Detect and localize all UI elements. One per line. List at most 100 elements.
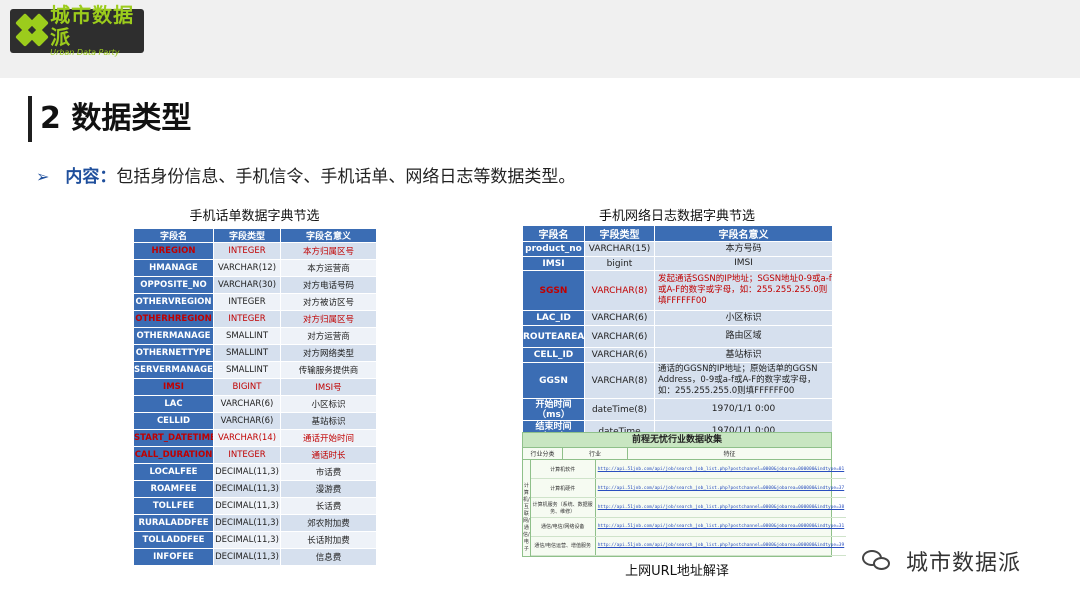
- logo-text-en: Urban Data Party: [50, 48, 120, 57]
- table-row: LOCALFEE DECIMAL(11,3) 市话费: [133, 463, 377, 481]
- table-row: CELLID VARCHAR(6) 基站标识: [133, 412, 377, 430]
- table-row: SERVERMANAGE SMALLINT 传输服务提供商: [133, 361, 377, 379]
- header-band: [0, 0, 1080, 78]
- table-cell: bigint: [584, 256, 655, 271]
- list-item: 通信/电信/网络设备 http://api.51job.com/api/job/s…: [530, 517, 847, 537]
- table-cell: OTHERMANAGE: [133, 327, 214, 345]
- table-row: SGSN VARCHAR(8) 发起通话SGSN的IP地址；SGSN地址0-9或a-…: [522, 270, 833, 311]
- table-cell: 本方运营商: [280, 259, 377, 277]
- table-row: START_DATETIME VARCHAR(14) 通话开始时间: [133, 429, 377, 447]
- industry-label: 通信/电信/网络设备: [531, 517, 596, 536]
- table-cell: 本方号码: [654, 241, 833, 257]
- column-header: 字段类型: [213, 228, 281, 243]
- title-accent-bar: [28, 96, 32, 142]
- table-cell: INTEGER: [213, 310, 281, 328]
- table-row: TOLLFEE DECIMAL(11,3) 长话费: [133, 497, 377, 515]
- table-cell: 通话时长: [280, 446, 377, 464]
- table-cell: ROUTEAREA: [522, 325, 585, 348]
- table-cell: 开始时间（ms）: [522, 398, 585, 421]
- table-cell: 本方归属区号: [280, 242, 377, 260]
- table-row: CELL_ID VARCHAR(6) 基站标识: [522, 347, 833, 363]
- url-link[interactable]: http://api.51job.com/api/job/search_job_…: [596, 518, 847, 536]
- table-cell: 通话开始时间: [280, 429, 377, 447]
- table-cell: LOCALFEE: [133, 463, 214, 481]
- table-row: HMANAGE VARCHAR(12) 本方运营商: [133, 259, 377, 277]
- url-panel-title: 前程无忧行业数据收集: [523, 433, 831, 447]
- table-cell: OTHERNETTYPE: [133, 344, 214, 362]
- table-cell: DECIMAL(11,3): [213, 514, 281, 532]
- table-row: INFOFEE DECIMAL(11,3) 信息费: [133, 548, 377, 566]
- arrow-bullet-icon: ➢: [36, 167, 50, 186]
- url-panel-header: 行业: [563, 448, 628, 459]
- brand-logo: 城市数据派 Urban Data Party: [10, 4, 144, 57]
- table-cell: IMSI号: [280, 378, 377, 396]
- table-cell: VARCHAR(6): [584, 347, 655, 363]
- table-cell: BIGINT: [213, 378, 281, 396]
- table-cell: VARCHAR(15): [584, 241, 655, 257]
- url-link[interactable]: http://api.51job.com/api/job/search_job_…: [596, 460, 847, 478]
- table-cell: VARCHAR(8): [584, 270, 655, 311]
- table-cell: 对方归属区号: [280, 310, 377, 328]
- table-row: RURALADDFEE DECIMAL(11,3) 郊农附加费: [133, 514, 377, 532]
- table-cell: 通话的GGSN的IP地址；原始话单的GGSN Address，0-9或a-f或A…: [654, 362, 833, 399]
- table-cell: LAC_ID: [522, 310, 585, 326]
- table-cell: 漫游费: [280, 480, 377, 498]
- url-panel-caption: 上网URL地址解译: [625, 564, 729, 579]
- table-cell: ROAMFEE: [133, 480, 214, 498]
- table-cell: HREGION: [133, 242, 214, 260]
- table-cell: VARCHAR(6): [213, 395, 281, 413]
- url-link[interactable]: http://api.51job.com/api/job/search_job_…: [596, 498, 847, 516]
- url-panel-category: 计算机/互联网/通信/电子: [523, 460, 531, 556]
- industry-label: 计算机硬件: [531, 479, 596, 498]
- table-cell: VARCHAR(30): [213, 276, 281, 294]
- industry-label: 计算机服务（系统、数据服务、维修）: [531, 498, 596, 517]
- table-cell: 信息费: [280, 548, 377, 566]
- table-row: ROUTEAREA VARCHAR(6) 路由区域: [522, 325, 833, 348]
- table-cell: RURALADDFEE: [133, 514, 214, 532]
- table-row: ROAMFEE DECIMAL(11,3) 漫游费: [133, 480, 377, 498]
- column-header: 字段名: [133, 228, 214, 243]
- url-link[interactable]: http://api.51job.com/api/job/search_job_…: [596, 479, 847, 497]
- table-row: OTHERHREGION INTEGER 对方归属区号: [133, 310, 377, 328]
- table-cell: SERVERMANAGE: [133, 361, 214, 379]
- table-cell: DECIMAL(11,3): [213, 531, 281, 549]
- table-cell: 路由区域: [654, 325, 833, 348]
- table-cell: 小区标识: [280, 395, 377, 413]
- table-cell: 市话费: [280, 463, 377, 481]
- table-cell: VARCHAR(12): [213, 259, 281, 277]
- table-cell: START_DATETIME: [133, 429, 214, 447]
- table-row: HREGION INTEGER 本方归属区号: [133, 242, 377, 260]
- table-cell: TOLLFEE: [133, 497, 214, 515]
- table-cell: 郊农附加费: [280, 514, 377, 532]
- table-row: 开始时间（ms） dateTime(8) 1970/1/1 0:00: [522, 398, 833, 421]
- table-cell: VARCHAR(14): [213, 429, 281, 447]
- table-cell: CELL_ID: [522, 347, 585, 363]
- list-item: 计算机硬件 http://api.51job.com/api/job/search…: [530, 479, 847, 499]
- table-cell: VARCHAR(6): [584, 310, 655, 326]
- industry-label: 计算机软件: [531, 460, 596, 479]
- column-header: 字段名: [522, 225, 585, 242]
- table-row: LAC_ID VARCHAR(6) 小区标识: [522, 310, 833, 326]
- logo-text-cn: 城市数据派: [50, 3, 135, 49]
- table-cell: INFOFEE: [133, 548, 214, 566]
- bullet-text: 包括身份信息、手机信令、手机话单、网络日志等数据类型。: [116, 167, 576, 187]
- column-header: 字段名意义: [654, 225, 833, 242]
- table-row: IMSI bigint IMSI: [522, 256, 833, 271]
- footer-brand: 城市数据派: [862, 545, 1021, 577]
- footer-brand-text: 城市数据派: [906, 551, 1022, 576]
- url-link[interactable]: http://api.51job.com/api/job/search_job_…: [596, 537, 847, 555]
- table-cell: SMALLINT: [213, 344, 281, 362]
- table-cell: IMSI: [133, 378, 214, 396]
- table-cell: INTEGER: [213, 293, 281, 311]
- slide-title: 2 数据类型: [40, 101, 192, 136]
- table-cell: INTEGER: [213, 242, 281, 260]
- table-cell: LAC: [133, 395, 214, 413]
- table-cell: VARCHAR(6): [213, 412, 281, 430]
- table-cell: SMALLINT: [213, 361, 281, 379]
- table-cell: dateTime(8): [584, 398, 655, 421]
- table-cell: 1970/1/1 0:00: [654, 398, 833, 421]
- table-cell: 基站标识: [654, 347, 833, 363]
- list-item: 计算机软件 http://api.51job.com/api/job/search…: [530, 460, 847, 480]
- table-row: OPPOSITE_NO VARCHAR(30) 对方电话号码: [133, 276, 377, 294]
- table-row: OTHERNETTYPE SMALLINT 对方网络类型: [133, 344, 377, 362]
